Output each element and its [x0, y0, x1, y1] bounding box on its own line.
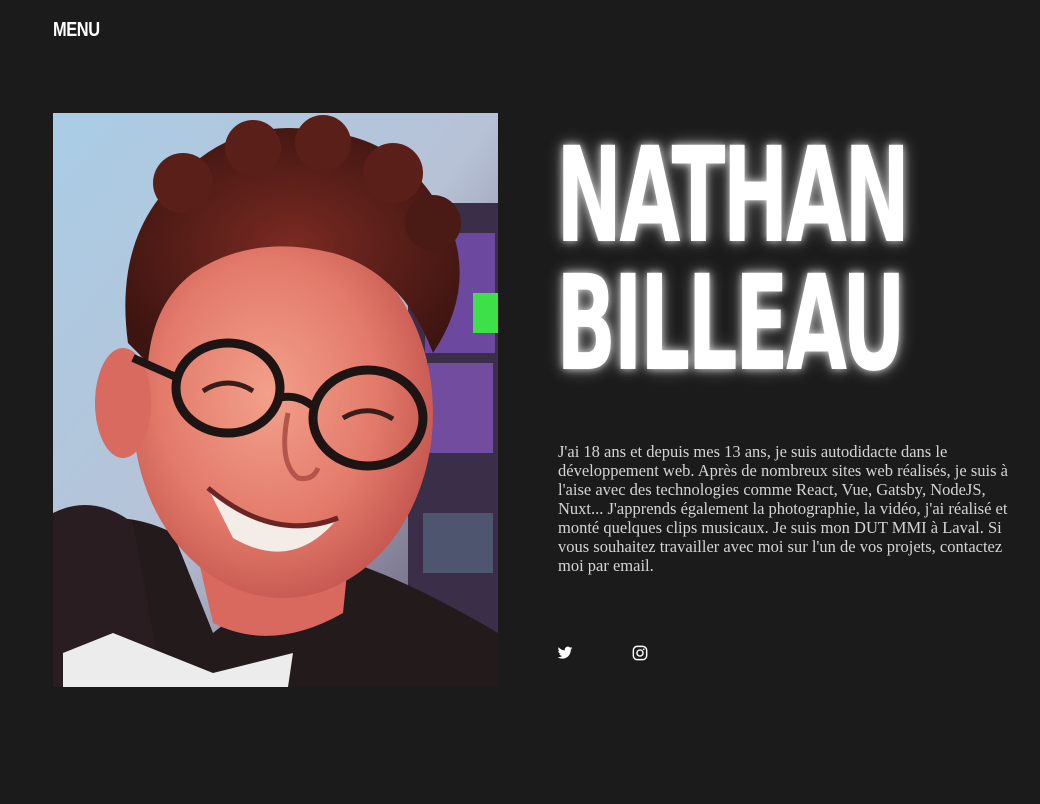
first-name: NATHAN: [556, 119, 910, 273]
portrait-photo: [53, 113, 498, 687]
last-name: BILLEAU: [556, 247, 906, 401]
hero-name: NATHAN BILLEAU: [556, 119, 910, 401]
instagram-icon[interactable]: [632, 645, 648, 661]
twitter-icon[interactable]: [557, 645, 573, 661]
bio-text: J'ai 18 ans et depuis mes 13 ans, je sui…: [558, 442, 1008, 575]
menu-button[interactable]: MENU: [53, 17, 100, 43]
